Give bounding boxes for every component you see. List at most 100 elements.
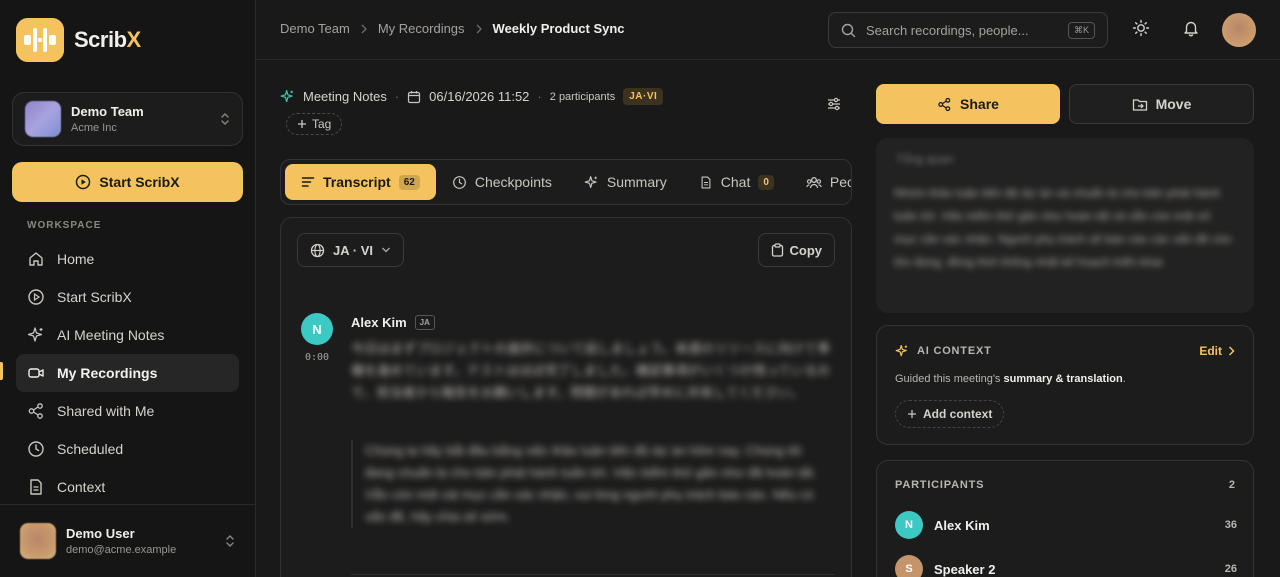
sidebar-nav: Home Start ScribX AI Meeting Notes My Re…	[16, 240, 239, 506]
sparkle-icon	[584, 175, 599, 190]
tab-chat[interactable]: Chat 0	[683, 164, 790, 200]
breadcrumb: Demo Team My Recordings Weekly Product S…	[280, 21, 625, 36]
speaker-name: Alex Kim JA	[351, 315, 435, 330]
document-icon	[699, 175, 713, 190]
recording-datetime: 06/16/2026 11:52	[429, 89, 530, 104]
active-nav-indicator	[0, 362, 3, 380]
sidebar-item-my-recordings[interactable]: My Recordings	[16, 354, 239, 392]
top-bar: Demo Team My Recordings Weekly Product S…	[256, 0, 1280, 60]
breadcrumb-section[interactable]: My Recordings	[378, 21, 465, 36]
sidebar-item-start-scribx[interactable]: Start ScribX	[16, 278, 239, 316]
add-context-button[interactable]: Add context	[895, 400, 1005, 428]
clock-icon	[452, 175, 467, 190]
team-org: Acme Inc	[71, 122, 117, 134]
team-switcher[interactable]: Demo Team Acme Inc	[12, 92, 243, 146]
clock-icon	[27, 440, 45, 458]
participant-avatar: N	[895, 511, 923, 539]
participant-segment-count: 26	[1224, 563, 1237, 575]
user-name: Demo User	[66, 526, 135, 541]
sidebar-item-scheduled[interactable]: Scheduled	[16, 430, 239, 468]
lines-icon	[301, 175, 315, 189]
share-icon	[27, 402, 45, 420]
tab-transcript[interactable]: Transcript 62	[285, 164, 436, 200]
participants-card: PARTICIPANTS 2 N Alex Kim 36 S Speaker 2…	[876, 460, 1254, 577]
folder-move-icon	[1132, 97, 1148, 112]
tab-summary[interactable]: Summary	[568, 164, 683, 200]
sparkle-icon	[895, 344, 909, 358]
globe-icon	[310, 243, 325, 258]
clipboard-icon	[771, 243, 784, 257]
add-tag-button[interactable]: Tag	[286, 113, 343, 135]
participant-name: Alex Kim	[934, 517, 990, 533]
ai-context-title: AI CONTEXT	[895, 344, 992, 358]
speaker-avatar: N	[301, 313, 333, 345]
segment-timestamp[interactable]: 0:00	[305, 352, 329, 363]
sparkle-icon	[280, 89, 295, 104]
user-menu[interactable]: Demo User demo@acme.example	[0, 504, 255, 577]
breadcrumb-team[interactable]: Demo Team	[280, 21, 350, 36]
translated-transcript-text: Chúng ta hãy bắt đầu bằng việc thảo luận…	[365, 443, 817, 524]
document-icon	[27, 478, 45, 496]
summary-preview-card: Tổng quan Nhóm thảo luận tiến độ dự án v…	[876, 138, 1254, 313]
play-circle-icon	[75, 174, 91, 190]
chevron-right-icon	[475, 24, 483, 34]
profile-avatar[interactable]	[1222, 13, 1256, 47]
chat-count: 0	[758, 174, 774, 190]
people-icon	[806, 175, 822, 190]
language-select[interactable]: JA · VI	[297, 233, 404, 267]
app-name: ScribX	[74, 27, 141, 52]
participant-row[interactable]: N Alex Kim 36	[895, 511, 1237, 539]
ai-context-card: AI CONTEXT Edit Guided this meeting's su…	[876, 325, 1254, 445]
search-icon	[841, 23, 856, 38]
copy-button[interactable]: Copy	[757, 233, 835, 267]
summary-title: Tổng quan	[896, 152, 954, 166]
transcript-panel: JA · VI Copy N 0:00 Alex Kim JA 今日はまずプロジ…	[280, 217, 852, 577]
ai-context-description: Guided this meeting's summary & translat…	[895, 373, 1126, 385]
team-avatar	[25, 101, 61, 137]
tab-people[interactable]: People	[790, 164, 851, 200]
move-button[interactable]: Move	[1069, 84, 1254, 124]
scribx-logo-icon	[16, 18, 64, 62]
recording-tabs: Transcript 62 Checkpoints Summary Chat 0…	[280, 159, 852, 205]
user-email: demo@acme.example	[66, 544, 177, 556]
breadcrumb-current: Weekly Product Sync	[492, 21, 625, 36]
theme-toggle-sun-icon[interactable]	[1132, 19, 1150, 37]
chevron-up-down-icon	[225, 534, 235, 548]
search-placeholder: Search recordings, people...	[866, 22, 1029, 38]
search-input[interactable]: Search recordings, people... ⌘K	[828, 12, 1108, 48]
plus-icon	[297, 119, 307, 129]
sidebar-item-home[interactable]: Home	[16, 240, 239, 278]
edit-context-link[interactable]: Edit	[1199, 344, 1235, 358]
translation-block: Chúng ta hãy bắt đầu bằng việc thảo luận…	[351, 440, 829, 528]
play-circle-icon	[27, 288, 45, 306]
original-transcript-text: 今日はまずプロジェクトの進捗について話しましょう。来週のリリースに向けて準備を進…	[351, 341, 831, 400]
language-badge: JA·VI	[623, 88, 664, 105]
sliders-icon[interactable]	[826, 96, 842, 112]
participant-segment-count: 36	[1224, 519, 1237, 531]
home-icon	[27, 250, 45, 268]
chevron-up-down-icon	[220, 112, 230, 126]
participant-name: Speaker 2	[934, 561, 996, 577]
recording-type: Meeting Notes	[303, 89, 387, 104]
speaker-language-badge: JA	[414, 315, 435, 330]
participants-total: 2	[1228, 479, 1235, 491]
participant-row[interactable]: S Speaker 2 26	[895, 555, 1237, 577]
sidebar-item-context[interactable]: Context	[16, 468, 239, 506]
sidebar-item-shared-with-me[interactable]: Shared with Me	[16, 392, 239, 430]
sidebar: ScribX Demo Team Acme Inc Start ScribX W…	[0, 0, 256, 577]
workspace-section-label: WORKSPACE	[27, 220, 102, 231]
share-icon	[937, 97, 952, 112]
recording-meta: Meeting Notes · 06/16/2026 11:52 · 2 par…	[280, 88, 664, 105]
bell-icon[interactable]	[1182, 19, 1200, 37]
sidebar-item-ai-meeting-notes[interactable]: AI Meeting Notes	[16, 316, 239, 354]
share-button[interactable]: Share	[876, 84, 1060, 124]
calendar-icon	[407, 90, 421, 104]
chevron-right-icon	[1228, 346, 1235, 356]
app-logo[interactable]: ScribX	[16, 18, 141, 62]
plus-icon	[907, 409, 917, 419]
start-scribx-button[interactable]: Start ScribX	[12, 162, 243, 202]
participant-avatar: S	[895, 555, 923, 577]
tab-checkpoints[interactable]: Checkpoints	[436, 164, 568, 200]
participant-count: 2 participants	[549, 90, 616, 103]
video-camera-icon	[27, 364, 45, 382]
